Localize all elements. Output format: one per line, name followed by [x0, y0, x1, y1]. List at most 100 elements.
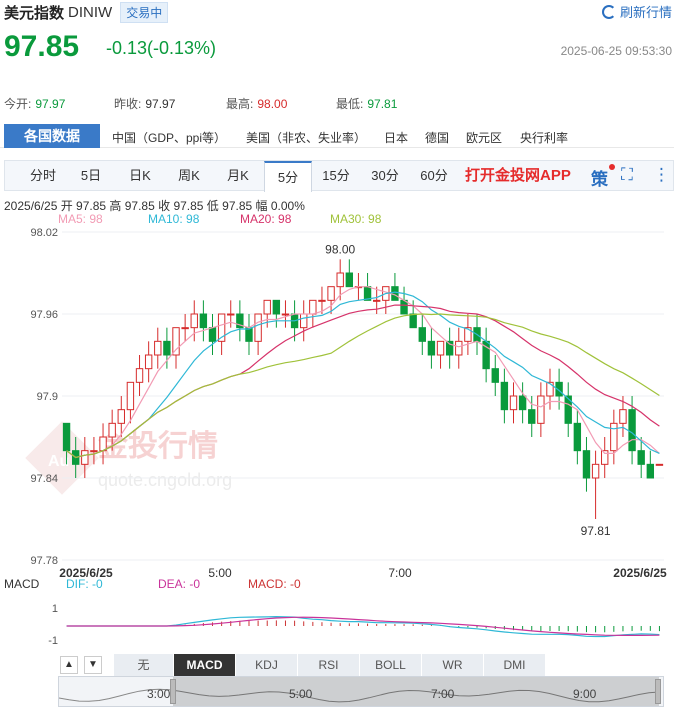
period-tabs: 分时 5日 日K 周K 月K 5分 15分 30分 60分 打开金投网APP 策…: [4, 160, 674, 192]
candle-body: [245, 327, 253, 342]
nav-item-eurozone[interactable]: 欧元区: [466, 129, 502, 146]
tab-5min[interactable]: 5分: [264, 161, 312, 192]
country-data-nav: 各国数据 中国（GDP、ppi等） 美国（非农、失业率） 日本 德国 欧元区 央…: [0, 124, 674, 148]
candle-body: [126, 381, 135, 411]
candle-body: [281, 313, 290, 316]
refresh-label: 刷新行情: [619, 5, 672, 20]
nav-item-usa[interactable]: 美国（非农、失业率）: [246, 129, 366, 146]
navigator-label-9: 9:00: [573, 687, 597, 701]
indicator-kdj[interactable]: KDJ: [236, 654, 298, 676]
indicator-none[interactable]: 无: [114, 654, 174, 676]
tab-daily-k[interactable]: 日K: [116, 161, 164, 190]
tab-weekly-k[interactable]: 周K: [165, 161, 213, 190]
nav-country-data[interactable]: 各国数据: [4, 124, 100, 148]
candlestick-chart[interactable]: Au 金投行情 quote.cngold.org 98.0297.9697.99…: [0, 224, 674, 584]
indicator-tabs: 无 MACD KDJ RSI BOLL WR DMI: [58, 654, 674, 676]
time-navigator[interactable]: 3:00 5:00 7:00 9:00: [58, 676, 664, 707]
y-tick-label: 97.9: [37, 391, 58, 403]
watermark-url: quote.cngold.org: [98, 470, 232, 490]
x-axis-label: 5:00: [208, 566, 232, 580]
tab-15min[interactable]: 15分: [312, 161, 360, 190]
candle-body: [409, 313, 417, 329]
navigator-label-7: 7:00: [431, 687, 455, 701]
navigator-left-handle[interactable]: [170, 679, 176, 704]
candle-body: [300, 313, 308, 329]
candle-body: [81, 450, 89, 465]
candle-body: [172, 327, 180, 356]
x-axis-label: 7:00: [388, 566, 412, 580]
candle-body: [628, 409, 636, 452]
indicator-macd[interactable]: MACD: [174, 654, 236, 676]
indicator-dmi[interactable]: DMI: [484, 654, 546, 676]
candle-body: [90, 450, 98, 453]
candle-body: [637, 450, 645, 465]
candle-body: [537, 395, 545, 424]
candle-body: [227, 313, 235, 316]
refresh-button[interactable]: 刷新行情: [601, 2, 672, 21]
stat-prev-close: 昨收: 97.97: [114, 97, 176, 111]
candle-body: [318, 299, 326, 302]
indicator-wr[interactable]: WR: [422, 654, 484, 676]
candle-body: [208, 327, 217, 342]
more-icon[interactable]: ⋮: [653, 165, 670, 185]
candle-body: [610, 422, 618, 452]
y-tick-label: 97.84: [30, 473, 58, 485]
candle-body: [117, 409, 125, 424]
candle-body: [491, 368, 499, 383]
candle-body: [518, 395, 527, 411]
tab-5day[interactable]: 5日: [67, 161, 115, 190]
macd-y-ticks: 1 -1: [48, 603, 58, 647]
nav-item-japan[interactable]: 日本: [384, 129, 408, 146]
notification-dot: [609, 164, 615, 170]
strategy-icon[interactable]: 策: [591, 165, 608, 190]
extreme-label: 97.81: [581, 524, 611, 538]
candle-body: [99, 436, 107, 452]
tab-intraday[interactable]: 分时: [19, 161, 67, 190]
extreme-label: 98.00: [325, 242, 355, 256]
candle-body: [144, 354, 153, 370]
candle-body: [573, 422, 582, 452]
dea-line: [66, 616, 660, 637]
macd-lines: [66, 615, 660, 638]
nav-item-china[interactable]: 中国（GDP、ppi等）: [112, 129, 226, 146]
y-tick-label: 98.02: [30, 227, 58, 239]
candle-body: [646, 463, 655, 479]
title-row: 美元指数 DINIW 交易中: [4, 2, 169, 23]
candle-body: [500, 381, 509, 411]
candle-body: [372, 299, 381, 302]
stat-high: 最高: 98.00: [226, 97, 288, 111]
open-app-link[interactable]: 打开金投网APP: [465, 161, 571, 190]
macd-y-tick: 1: [52, 603, 58, 615]
macd-dea: DEA: -0: [158, 577, 201, 591]
macd-dif: DIF: -0: [66, 577, 103, 591]
candle-body: [108, 422, 116, 438]
nav-item-central-bank-rates[interactable]: 央行利率: [520, 129, 568, 146]
navigator-label-3: 3:00: [147, 687, 171, 701]
candle-body: [199, 313, 208, 329]
navigator-right-handle[interactable]: [655, 679, 661, 704]
stat-open: 今开: 97.97: [4, 97, 66, 111]
candle-body: [391, 286, 399, 301]
tab-30min[interactable]: 30分: [361, 161, 409, 190]
y-tick-label: 97.96: [30, 309, 58, 321]
candle-body: [400, 299, 408, 315]
candle-body: [254, 313, 262, 342]
indicator-rsi[interactable]: RSI: [298, 654, 360, 676]
candle-body: [154, 340, 162, 356]
indicator-boll[interactable]: BOLL: [360, 654, 422, 676]
candle-body: [327, 286, 335, 301]
y-tick-label: 97.78: [30, 555, 58, 567]
price-change: -0.13(-0.13%): [106, 38, 217, 58]
instrument-name: 美元指数: [4, 5, 65, 22]
nav-item-germany[interactable]: 德国: [425, 129, 449, 146]
candle-body: [591, 463, 600, 479]
x-axis-labels: 2025/6/25 5:00 7:00 2025/6/25: [59, 566, 667, 580]
macd-title: MACD: [4, 577, 40, 591]
tab-monthly-k[interactable]: 月K: [214, 161, 262, 190]
status-badge: 交易中: [120, 2, 169, 23]
tab-60min[interactable]: 60分: [410, 161, 458, 190]
candle-body: [427, 340, 436, 356]
current-price: 97.85: [4, 30, 80, 63]
fullscreen-icon[interactable]: ⛶: [621, 165, 633, 185]
stats-row: 今开: 97.97 昨收: 97.97 最高: 98.00 最低: 97.81: [0, 92, 674, 112]
